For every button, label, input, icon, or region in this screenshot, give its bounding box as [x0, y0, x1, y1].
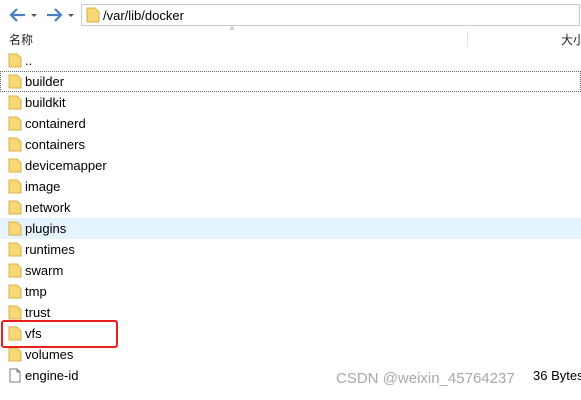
folder-icon [8, 53, 22, 68]
address-path[interactable]: /var/lib/docker [103, 8, 184, 23]
item-name: .. [25, 53, 33, 68]
item-size: 36 Bytes [533, 368, 581, 383]
column-name-header[interactable]: 名称 [9, 31, 33, 48]
folder-icon [8, 263, 22, 278]
column-divider[interactable] [467, 31, 468, 47]
folder-row[interactable]: network [0, 197, 581, 218]
folder-row[interactable]: containerd [0, 113, 581, 134]
item-name: containerd [25, 116, 86, 131]
folder-icon [8, 74, 22, 89]
toolbar: /var/lib/docker [0, 0, 581, 31]
folder-row[interactable]: .. [0, 50, 581, 71]
folder-row[interactable]: tmp [0, 281, 581, 302]
sort-ascending-icon: ^ [230, 25, 235, 35]
chevron-down-icon[interactable] [29, 6, 39, 24]
document-icon [9, 368, 21, 383]
item-name: devicemapper [25, 158, 107, 173]
item-name: engine-id [25, 368, 79, 383]
folder-row[interactable]: image [0, 176, 581, 197]
item-name: runtimes [25, 242, 75, 257]
folder-row[interactable]: containers [0, 134, 581, 155]
folder-row[interactable]: runtimes [0, 239, 581, 260]
column-size-header[interactable]: 大小 [561, 31, 581, 48]
chevron-down-icon[interactable] [66, 6, 76, 24]
folder-icon [86, 7, 100, 23]
back-arrow-icon[interactable] [7, 6, 27, 24]
highlight-annotation [1, 320, 118, 348]
address-bar[interactable]: /var/lib/docker [81, 4, 580, 26]
folder-row[interactable]: devicemapper [0, 155, 581, 176]
folder-icon [8, 179, 22, 194]
item-name: plugins [25, 221, 67, 236]
folder-icon [8, 347, 22, 362]
folder-icon [8, 158, 22, 173]
item-name: buildkit [25, 95, 66, 110]
folder-icon [8, 305, 22, 320]
folder-row[interactable]: plugins [0, 218, 581, 239]
folder-row[interactable]: swarm [0, 260, 581, 281]
folder-row[interactable]: buildkit [0, 92, 581, 113]
folder-row[interactable]: builder [0, 71, 581, 92]
forward-arrow-icon[interactable] [45, 6, 65, 24]
item-name: tmp [25, 284, 47, 299]
folder-icon [8, 221, 22, 236]
folder-icon [8, 200, 22, 215]
item-name: containers [25, 137, 85, 152]
folder-icon [8, 95, 22, 110]
folder-icon [8, 137, 22, 152]
item-name: network [25, 200, 71, 215]
item-name: image [25, 179, 61, 194]
item-name: swarm [25, 263, 64, 278]
item-name: builder [25, 74, 65, 89]
folder-icon [8, 284, 22, 299]
folder-icon [8, 116, 22, 131]
column-header: 名称 ^ 大小 [0, 25, 581, 49]
watermark: CSDN @weixin_45764237 [336, 370, 515, 387]
folder-icon [8, 242, 22, 257]
